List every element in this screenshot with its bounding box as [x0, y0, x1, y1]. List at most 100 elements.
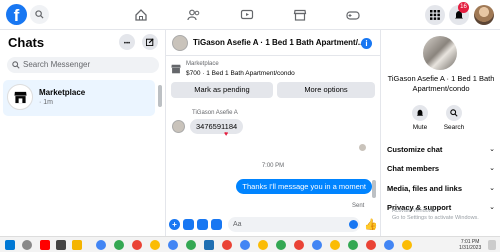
sender-name: TiGason Asefie A — [192, 110, 238, 116]
marketplace-store-icon — [14, 91, 27, 104]
task-view-icon[interactable] — [56, 240, 66, 250]
app-icon[interactable] — [204, 240, 214, 250]
chrome-icon[interactable] — [348, 240, 358, 250]
listing-source: Marketplace — [186, 61, 219, 67]
info-icon[interactable]: i — [361, 38, 372, 49]
clock-date: 1/31/2023 — [459, 245, 482, 251]
more-options-button[interactable]: More options — [277, 82, 375, 98]
search-button[interactable] — [30, 5, 49, 24]
chrome-icon[interactable] — [150, 240, 160, 250]
sidebar-scrollbar[interactable] — [158, 85, 162, 107]
emoji-icon[interactable] — [349, 220, 358, 229]
chrome-icon[interactable] — [366, 240, 376, 250]
section-label: Customize chat — [387, 145, 443, 154]
message-status: Sent — [352, 203, 365, 209]
sender-avatar — [172, 120, 185, 133]
search-icon — [450, 109, 458, 117]
chevron-down-icon: ⌄ — [489, 204, 495, 211]
chrome-icon[interactable] — [330, 240, 340, 250]
media-files-links-section[interactable]: Media, files and links ⌄ — [387, 182, 495, 196]
activate-windows-watermark: Activate Windows Go to Settings to activ… — [392, 208, 479, 222]
search-placeholder: Search Messenger — [23, 60, 91, 69]
search-conversation-button[interactable] — [446, 105, 462, 121]
chrome-icon[interactable] — [168, 240, 178, 250]
chrome-icon[interactable] — [132, 240, 142, 250]
chrome-icon[interactable] — [96, 240, 106, 250]
facebook-logo[interactable]: f — [6, 4, 27, 25]
grid-menu-icon — [430, 10, 440, 20]
file-explorer-icon[interactable] — [72, 240, 82, 250]
conversation-title[interactable]: TiGason Asefie A · 1 Bed 1 Bath Apartmen… — [193, 38, 365, 47]
chrome-icon[interactable] — [294, 240, 304, 250]
mark-as-pending-button[interactable]: Mark as pending — [171, 82, 273, 98]
chat-options-button[interactable]: ••• — [119, 34, 135, 50]
chevron-down-icon: ⌄ — [489, 165, 495, 172]
watch-icon[interactable] — [240, 8, 254, 22]
more-dots-icon: ••• — [123, 41, 131, 47]
chrome-icon[interactable] — [186, 240, 196, 250]
details-title: TiGason Asefie A · 1 Bed 1 Bath Apartmen… — [387, 74, 495, 93]
chrome-icon[interactable] — [402, 240, 412, 250]
sticker-icon[interactable] — [197, 219, 208, 230]
section-label: Media, files and links — [387, 184, 463, 193]
section-label: Chat members — [387, 164, 440, 173]
chrome-icon[interactable] — [276, 240, 286, 250]
contact-avatar[interactable] — [172, 35, 188, 51]
account-avatar[interactable] — [474, 5, 494, 25]
chrome-icon[interactable] — [312, 240, 322, 250]
message-input[interactable]: Aa — [228, 217, 360, 232]
chrome-icon[interactable] — [384, 240, 394, 250]
image-icon[interactable] — [183, 219, 194, 230]
top-navigation-bar: f 16 — [0, 0, 500, 30]
notifications-icon[interactable] — [488, 240, 496, 250]
compose-icon — [146, 38, 154, 46]
time-separator: 7:00 PM — [261, 163, 285, 169]
mute-button[interactable] — [412, 105, 428, 121]
chats-title: Chats — [8, 35, 45, 50]
chats-sidebar: Chats ••• Search Messenger Marketplace ·… — [0, 30, 166, 236]
thumbs-up-icon[interactable]: 👍 — [364, 218, 378, 231]
gif-icon[interactable] — [211, 219, 222, 230]
message-composer: + Aa 👍 — [166, 215, 380, 236]
outgoing-message-bubble[interactable]: Thanks I'll message you in a moment — [236, 179, 372, 194]
new-message-button[interactable] — [142, 34, 158, 50]
marketplace-icon[interactable] — [293, 8, 307, 22]
start-icon[interactable] — [5, 240, 15, 250]
friends-icon[interactable] — [187, 8, 201, 22]
chat-time: · 1m — [39, 99, 53, 106]
conversation-header: TiGason Asefie A · 1 Bed 1 Bath Apartmen… — [166, 30, 380, 56]
conversation-pane: TiGason Asefie A · 1 Bed 1 Bath Apartmen… — [166, 30, 380, 236]
chevron-down-icon: ⌄ — [489, 146, 495, 153]
taskbar-clock[interactable]: 7:01 PM 1/31/2023 — [459, 239, 481, 251]
chrome-icon[interactable] — [240, 240, 250, 250]
watermark-line: Activate Windows — [392, 208, 436, 214]
gaming-icon[interactable] — [346, 8, 360, 22]
chat-list-item-marketplace[interactable]: Marketplace · 1m — [3, 80, 155, 116]
customize-chat-section[interactable]: Customize chat ⌄ — [387, 143, 495, 157]
listing-title[interactable]: $700 · 1 Bed 1 Bath Apartment/condo — [186, 70, 295, 77]
menu-button[interactable] — [425, 5, 445, 25]
listing-photo[interactable] — [423, 36, 457, 70]
search-icon — [12, 61, 20, 69]
watermark-line: Go to Settings to activate Windows. — [392, 215, 479, 221]
windows-taskbar: 7:01 PM 1/31/2023 — [0, 236, 500, 252]
chevron-down-icon: ⌄ — [489, 185, 495, 192]
messenger-search-input[interactable]: Search Messenger — [7, 57, 159, 73]
plus-icon[interactable]: + — [169, 219, 180, 230]
conversation-details-panel: TiGason Asefie A · 1 Bed 1 Bath Apartmen… — [380, 30, 500, 236]
read-receipt-avatar — [359, 144, 366, 151]
heart-reaction-icon[interactable]: ♥ — [224, 131, 228, 138]
search-label: Search — [443, 124, 465, 131]
home-icon[interactable] — [134, 8, 148, 22]
chrome-icon[interactable] — [258, 240, 268, 250]
chrome-icon[interactable] — [114, 240, 124, 250]
search-icon[interactable] — [22, 240, 32, 250]
conversation-scrollbar[interactable] — [372, 180, 376, 198]
youtube-icon[interactable] — [40, 240, 50, 250]
mute-label: Mute — [412, 124, 428, 131]
bell-icon — [416, 109, 424, 116]
incoming-message-bubble[interactable]: 3476591184 — [190, 119, 244, 134]
chat-members-section[interactable]: Chat members ⌄ — [387, 162, 495, 176]
chrome-icon[interactable] — [222, 240, 232, 250]
marketplace-store-icon — [171, 64, 181, 74]
